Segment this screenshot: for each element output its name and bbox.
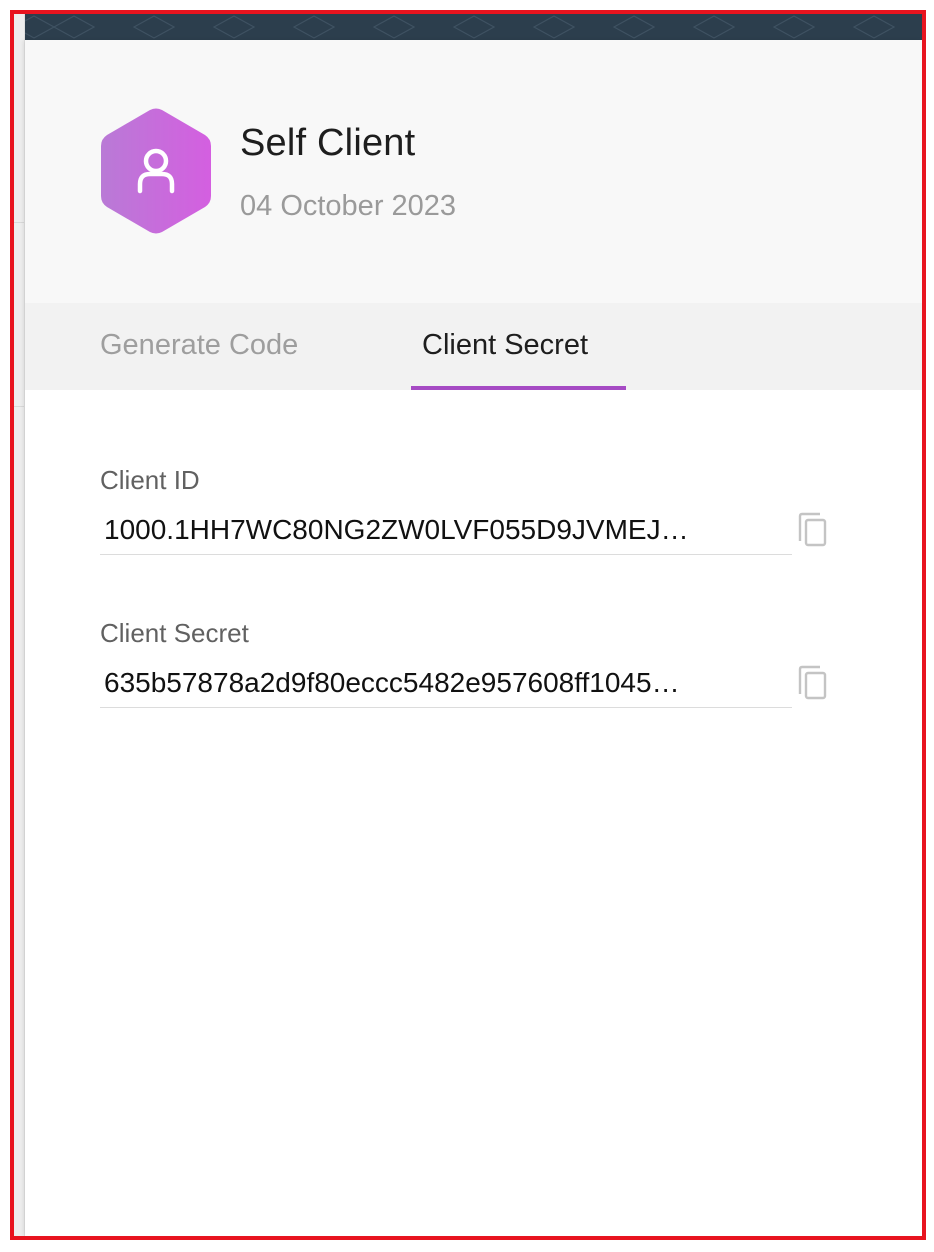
client-id-field[interactable]: 1000.1HH7WC80NG2ZW0LVF055D9JVMEJ… <box>100 509 792 555</box>
copy-client-secret-button[interactable] <box>795 664 829 702</box>
client-header: Self Client 04 October 2023 <box>25 40 922 303</box>
copy-icon <box>798 665 827 700</box>
copy-client-id-button[interactable] <box>795 511 829 549</box>
tab-bar: Generate Code Client Secret <box>25 303 922 390</box>
client-id-label: Client ID <box>100 465 200 495</box>
screenshot-frame: Self Client 04 October 2023 Generate Cod… <box>10 10 926 1240</box>
client-secret-field[interactable]: 635b57878a2d9f80eccc5482e957608ff1045… <box>100 662 792 708</box>
client-created-date: 04 October 2023 <box>240 190 457 222</box>
copy-icon <box>798 512 827 547</box>
background-page-edge <box>14 14 25 1236</box>
tab-generate-code[interactable]: Generate Code <box>100 329 298 362</box>
app-top-banner <box>14 14 922 40</box>
client-secret-label: Client Secret <box>100 618 249 648</box>
client-avatar <box>97 106 215 236</box>
client-name: Self Client <box>240 122 416 164</box>
active-tab-indicator <box>411 386 626 390</box>
client-detail-panel: Self Client 04 October 2023 Generate Cod… <box>25 40 922 1236</box>
tab-client-secret[interactable]: Client Secret <box>422 329 588 362</box>
